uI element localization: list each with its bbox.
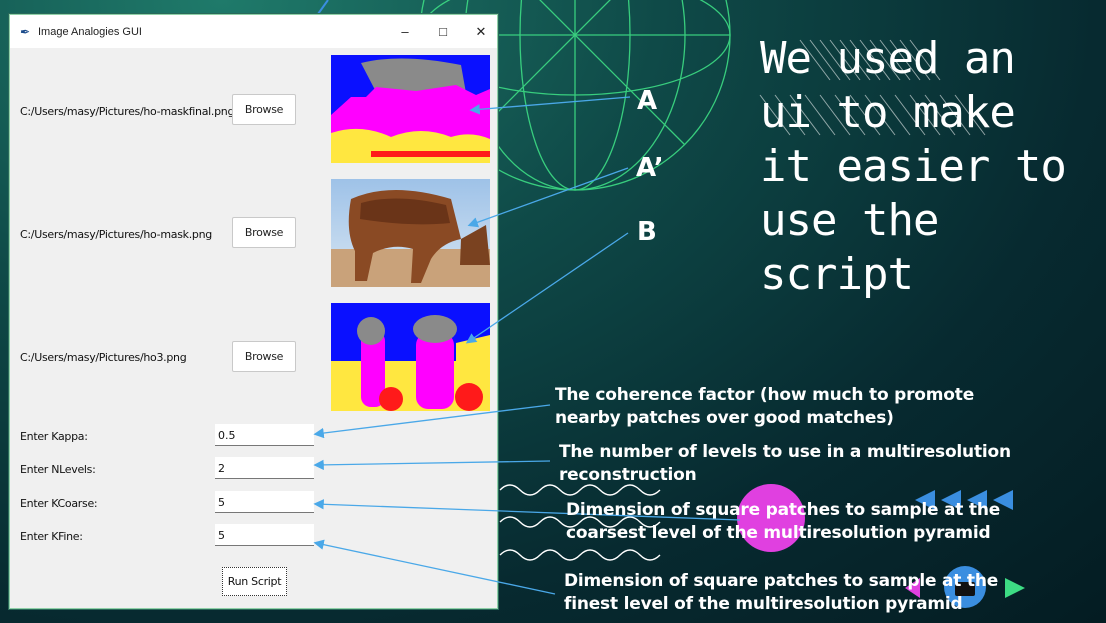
- kcoarse-description: Dimension of square patches to sample at…: [566, 500, 1001, 543]
- label-a: A: [637, 86, 658, 116]
- slide-heading: We used an ui to make it easier to use t…: [760, 33, 1067, 300]
- arrow-to-kfine: [313, 539, 556, 595]
- arrow-to-nlevels: [313, 459, 551, 471]
- kappa-description: The coherence factor (how much to promot…: [555, 385, 975, 428]
- kfine-description: Dimension of square patches to sample at…: [564, 571, 999, 614]
- arrow-to-a-prime: [467, 167, 629, 228]
- label-b: B: [637, 217, 657, 247]
- arrow-to-a: [469, 96, 631, 115]
- label-a-prime: A’: [636, 153, 664, 183]
- presentation-slide: ✒ Image Analogies GUI – □ ✕ C:/Users/mas…: [0, 0, 1106, 623]
- arrow-to-b: [465, 232, 629, 344]
- arrow-to-kappa: [313, 404, 551, 439]
- nlevels-description: The number of levels to use in a multire…: [559, 442, 1011, 485]
